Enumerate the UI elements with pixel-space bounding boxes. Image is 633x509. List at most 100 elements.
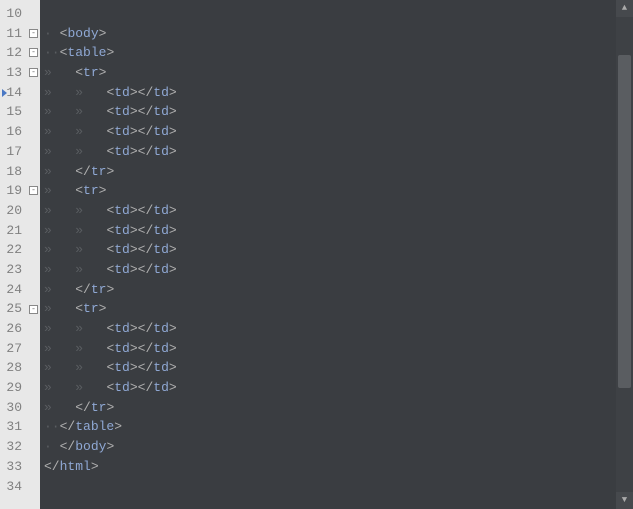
scroll-down-button[interactable]: ▼ <box>616 492 633 509</box>
code-line[interactable]: » <tr> <box>44 299 633 319</box>
line-number[interactable]: 14 <box>2 83 24 103</box>
code-line[interactable]: · <body> <box>44 24 633 44</box>
whitespace-marker: » <box>75 124 83 139</box>
code-line[interactable]: » » <td></td> <box>44 378 633 398</box>
whitespace-marker: » <box>75 85 83 100</box>
code-line[interactable]: </html> <box>44 457 633 477</box>
code-token: < <box>75 65 83 80</box>
code-token: > <box>169 242 177 257</box>
line-number[interactable]: 23 <box>2 260 24 280</box>
code-area[interactable]: · <body>··<table>» <tr>» » <td></td>» » … <box>40 0 633 509</box>
code-line[interactable]: · </body> <box>44 437 633 457</box>
line-number[interactable]: 13 <box>2 63 24 83</box>
code-token <box>52 242 75 257</box>
code-line[interactable] <box>44 4 633 24</box>
fold-toggle-icon[interactable]: - <box>29 48 38 57</box>
fold-toggle-icon[interactable]: - <box>29 68 38 77</box>
line-number[interactable]: 20 <box>2 201 24 221</box>
code-line[interactable]: » » <td></td> <box>44 102 633 122</box>
line-number[interactable]: 11 <box>2 24 24 44</box>
code-token: > <box>130 321 138 336</box>
tag-name: tr <box>83 65 99 80</box>
code-line[interactable]: » » <td></td> <box>44 221 633 241</box>
line-number[interactable]: 29 <box>2 378 24 398</box>
fold-toggle-icon[interactable]: - <box>29 186 38 195</box>
scroll-up-button[interactable]: ▲ <box>616 0 633 17</box>
line-number[interactable]: 25 <box>2 299 24 319</box>
line-number[interactable]: 30 <box>2 398 24 418</box>
code-line[interactable]: » » <td></td> <box>44 319 633 339</box>
code-token: > <box>130 124 138 139</box>
tag-name: td <box>114 341 130 356</box>
whitespace-marker: · <box>44 26 52 41</box>
line-number[interactable]: 27 <box>2 339 24 359</box>
tag-name: td <box>153 85 169 100</box>
code-token: </ <box>75 164 91 179</box>
code-token: </ <box>138 144 154 159</box>
code-line[interactable]: » » <td></td> <box>44 260 633 280</box>
tag-name: table <box>67 45 106 60</box>
code-token: > <box>169 124 177 139</box>
tag-name: td <box>114 380 130 395</box>
tag-name: table <box>75 419 114 434</box>
line-number[interactable]: 18 <box>2 162 24 182</box>
code-line[interactable]: » » <td></td> <box>44 122 633 142</box>
whitespace-marker: » <box>44 223 52 238</box>
code-token <box>83 223 106 238</box>
bookmark-icon[interactable] <box>2 89 7 97</box>
line-number[interactable]: 15 <box>2 102 24 122</box>
code-token: > <box>130 380 138 395</box>
whitespace-marker: » <box>75 144 83 159</box>
line-number[interactable]: 32 <box>2 437 24 457</box>
scrollbar-track[interactable] <box>616 17 633 492</box>
line-number[interactable]: 22 <box>2 240 24 260</box>
tag-name: td <box>153 124 169 139</box>
whitespace-marker: » <box>44 242 52 257</box>
vertical-scrollbar[interactable]: ▲ ▼ <box>616 0 633 509</box>
code-token: > <box>106 45 114 60</box>
tag-name: tr <box>91 164 107 179</box>
code-line[interactable]: » » <td></td> <box>44 240 633 260</box>
code-line[interactable]: » </tr> <box>44 162 633 182</box>
code-line[interactable]: » <tr> <box>44 63 633 83</box>
line-number[interactable]: 31 <box>2 417 24 437</box>
line-number[interactable]: 34 <box>2 477 24 497</box>
code-token <box>52 85 75 100</box>
code-token <box>52 301 75 316</box>
code-line[interactable] <box>44 477 633 497</box>
line-number[interactable]: 10 <box>2 4 24 24</box>
line-number[interactable]: 28 <box>2 358 24 378</box>
code-line[interactable]: » » <td></td> <box>44 201 633 221</box>
line-number[interactable]: 16 <box>2 122 24 142</box>
code-token <box>83 124 106 139</box>
line-number[interactable]: 26 <box>2 319 24 339</box>
code-line[interactable]: » » <td></td> <box>44 358 633 378</box>
line-number[interactable]: 12 <box>2 43 24 63</box>
tag-name: td <box>114 321 130 336</box>
code-line[interactable]: ··<table> <box>44 43 633 63</box>
whitespace-marker: ·· <box>44 419 60 434</box>
line-number[interactable]: 19 <box>2 181 24 201</box>
scrollbar-thumb[interactable] <box>618 55 631 388</box>
fold-column[interactable]: - - - - - <box>28 0 40 509</box>
whitespace-marker: » <box>44 262 52 277</box>
code-line[interactable]: » » <td></td> <box>44 83 633 103</box>
fold-toggle-icon[interactable]: - <box>29 305 38 314</box>
code-line[interactable]: » » <td></td> <box>44 339 633 359</box>
tag-name: td <box>114 262 130 277</box>
line-number[interactable]: 21 <box>2 221 24 241</box>
line-number-gutter[interactable]: 1011121314151617181920212223242526272829… <box>0 0 28 509</box>
code-token: > <box>130 203 138 218</box>
line-number[interactable]: 17 <box>2 142 24 162</box>
code-line[interactable]: ··</table> <box>44 417 633 437</box>
code-line[interactable]: » <tr> <box>44 181 633 201</box>
code-line[interactable]: » » <td></td> <box>44 142 633 162</box>
tag-name: td <box>153 360 169 375</box>
tag-name: tr <box>83 183 99 198</box>
line-number[interactable]: 24 <box>2 280 24 300</box>
fold-toggle-icon[interactable]: - <box>29 29 38 38</box>
code-line[interactable]: » </tr> <box>44 280 633 300</box>
code-line[interactable]: » </tr> <box>44 398 633 418</box>
whitespace-marker: » <box>44 104 52 119</box>
line-number[interactable]: 33 <box>2 457 24 477</box>
